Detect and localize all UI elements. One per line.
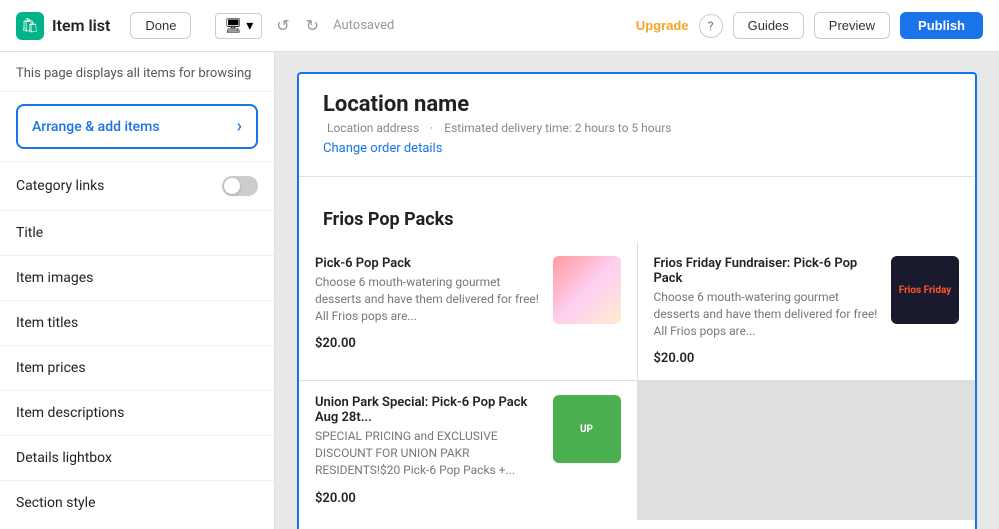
location-name: Location name [323, 92, 951, 117]
app-icon: 🛍 [16, 12, 44, 40]
toolbar: 🛍 Item list Done 🖥 ▾ ↺ ↻ Autosaved Upgra… [0, 0, 999, 52]
sidebar-item-section-style[interactable]: Section style [0, 480, 274, 525]
toolbar-middle: 🖥 ▾ ↺ ↻ Autosaved [191, 12, 635, 40]
item-text: Pick-6 Pop Pack Choose 6 mouth-watering … [315, 256, 543, 324]
item-text: Union Park Special: Pick-6 Pop Pack Aug … [315, 395, 543, 478]
item-image [553, 256, 621, 324]
item-image: Frios Friday [891, 256, 959, 324]
done-button[interactable]: Done [130, 12, 191, 39]
item-prices-label: Item prices [16, 360, 86, 376]
sidebar-item-item-titles[interactable]: Item titles [0, 300, 274, 345]
chevron-down-icon: ▾ [246, 18, 253, 34]
items-grid-frios: Pick-6 Pop Pack Choose 6 mouth-watering … [299, 242, 975, 520]
category-links-label: Category links [16, 178, 104, 194]
store-header: Location name Location address · Estimat… [299, 74, 975, 164]
view-toggle-button[interactable]: 🖥 ▾ [215, 13, 262, 39]
section-gap [299, 189, 975, 209]
section-gap-2 [299, 520, 975, 529]
item-image: UP [553, 395, 621, 463]
title-label: Title [16, 225, 43, 241]
item-descriptions-label: Item descriptions [16, 405, 124, 421]
store-card: Location name Location address · Estimat… [297, 72, 977, 529]
item-desc: Choose 6 mouth-watering gourmet desserts… [654, 289, 882, 339]
list-item: Union Park Special: Pick-6 Pop Pack Aug … [299, 381, 637, 519]
list-item: Pick-6 Pop Pack Choose 6 mouth-watering … [299, 242, 637, 380]
dot-separator: · [430, 121, 436, 135]
left-panel: This page displays all items for browsin… [0, 52, 275, 529]
category-links-toggle[interactable] [222, 176, 258, 196]
item-name: Union Park Special: Pick-6 Pop Pack Aug … [315, 395, 543, 425]
item-card-inner: Union Park Special: Pick-6 Pop Pack Aug … [315, 395, 621, 478]
toolbar-right: Upgrade ? Guides Preview Publish [636, 12, 983, 39]
item-card-inner: Frios Friday Fundraiser: Pick-6 Pop Pack… [654, 256, 960, 339]
monitor-icon: 🖥 [224, 18, 242, 34]
item-images-label: Item images [16, 270, 93, 286]
list-item: Frios Friday Fundraiser: Pick-6 Pop Pack… [638, 242, 976, 380]
item-name: Pick-6 Pop Pack [315, 256, 543, 271]
sidebar-item-details-lightbox[interactable]: Details lightbox [0, 435, 274, 480]
toolbar-left: 🛍 Item list Done [16, 12, 191, 40]
redo-button[interactable]: ↻ [300, 12, 325, 40]
preview-button[interactable]: Preview [814, 12, 890, 39]
section-style-label: Section style [16, 495, 96, 511]
arrange-add-items-button[interactable]: Arrange & add items › [16, 104, 258, 149]
undo-button[interactable]: ↺ [270, 12, 295, 40]
location-meta: Location address · Estimated delivery ti… [323, 121, 951, 135]
autosaved-label: Autosaved [333, 18, 394, 33]
main-layout: This page displays all items for browsin… [0, 52, 999, 529]
item-name: Frios Friday Fundraiser: Pick-6 Pop Pack [654, 256, 882, 286]
item-price: $20.00 [315, 491, 621, 506]
item-desc: Choose 6 mouth-watering gourmet desserts… [315, 274, 543, 324]
help-icon[interactable]: ? [699, 14, 723, 38]
change-order-link[interactable]: Change order details [323, 141, 951, 156]
item-text: Frios Friday Fundraiser: Pick-6 Pop Pack… [654, 256, 882, 339]
arrange-label: Arrange & add items [32, 119, 160, 135]
toggle-knob [224, 178, 240, 194]
item-price: $20.00 [315, 336, 621, 351]
details-lightbox-label: Details lightbox [16, 450, 112, 466]
upgrade-button[interactable]: Upgrade [636, 18, 689, 33]
publish-button[interactable]: Publish [900, 12, 983, 39]
location-address: Location address [327, 121, 419, 135]
item-titles-label: Item titles [16, 315, 78, 331]
sidebar-item-item-images[interactable]: Item images [0, 255, 274, 300]
arrow-icon: › [237, 116, 242, 137]
delivery-time: Estimated delivery time: 2 hours to 5 ho… [444, 121, 671, 135]
app-title: Item list [52, 16, 110, 35]
preview-area: Location name Location address · Estimat… [275, 52, 999, 529]
sidebar-item-title[interactable]: Title [0, 210, 274, 255]
divider [299, 176, 975, 177]
section-title-frios: Frios Pop Packs [299, 209, 975, 242]
sidebar-item-category-links[interactable]: Category links [0, 161, 274, 210]
undo-redo-group: ↺ ↻ [270, 12, 325, 40]
sidebar-item-item-prices[interactable]: Item prices [0, 345, 274, 390]
guides-button[interactable]: Guides [733, 12, 804, 39]
item-price: $20.00 [654, 351, 960, 366]
item-card-inner: Pick-6 Pop Pack Choose 6 mouth-watering … [315, 256, 621, 324]
item-desc: SPECIAL PRICING and EXCLUSIVE DISCOUNT F… [315, 428, 543, 478]
sidebar-item-item-descriptions[interactable]: Item descriptions [0, 390, 274, 435]
panel-description: This page displays all items for browsin… [0, 52, 274, 92]
